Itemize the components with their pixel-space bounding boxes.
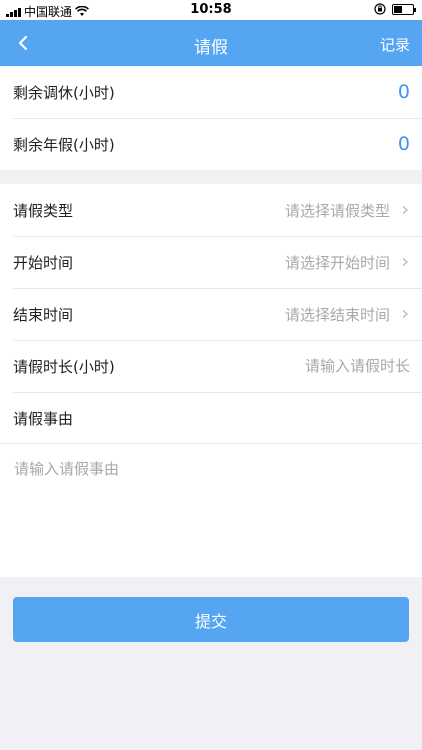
chevron-right-icon (402, 206, 408, 214)
remaining-comp-time-row: 剩余调休(小时) 0 (0, 66, 422, 118)
duration-row: 请假时长(小时) (0, 340, 422, 392)
end-time-row[interactable]: 结束时间 请选择结束时间 (0, 288, 422, 340)
reason-label: 请假事由 (13, 409, 74, 428)
leave-type-row[interactable]: 请假类型 请选择请假类型 (0, 184, 422, 236)
start-time-placeholder: 请选择开始时间 (284, 253, 390, 272)
leave-type-label: 请假类型 (13, 201, 74, 220)
status-bar: 中国联通 10:58 (0, 0, 422, 20)
balance-group: 剩余调休(小时) 0 剩余年假(小时) 0 (0, 66, 422, 170)
orientation-lock-icon (374, 3, 386, 15)
battery-icon (392, 3, 416, 15)
end-time-label: 结束时间 (13, 305, 74, 324)
duration-label: 请假时长(小时) (13, 357, 115, 376)
remaining-annual-leave-label: 剩余年假(小时) (13, 135, 115, 154)
start-time-label: 开始时间 (13, 253, 74, 272)
remaining-annual-leave-value: 0 (397, 133, 410, 155)
reason-textarea[interactable] (0, 444, 422, 577)
start-time-row[interactable]: 开始时间 请选择开始时间 (0, 236, 422, 288)
chevron-right-icon (402, 310, 408, 318)
remaining-annual-leave-row: 剩余年假(小时) 0 (0, 118, 422, 170)
reason-area (0, 443, 422, 577)
submit-button[interactable]: 提交 (13, 597, 409, 642)
remaining-comp-time-value: 0 (397, 81, 410, 103)
record-button[interactable]: 记录 (380, 34, 410, 55)
chevron-right-icon (402, 258, 408, 266)
status-right (374, 3, 416, 15)
reason-row: 请假事由 (0, 392, 422, 444)
leave-form: 请假类型 请选择请假类型 开始时间 请选择开始时间 结束时间 请选择结束时间 请… (0, 184, 422, 444)
page-title: 请假 (194, 38, 228, 58)
end-time-placeholder: 请选择结束时间 (284, 305, 390, 324)
remaining-comp-time-label: 剩余调休(小时) (13, 83, 115, 102)
status-time: 10:58 (190, 2, 232, 17)
duration-input[interactable] (230, 357, 410, 375)
nav-bar: 请假 记录 (0, 20, 422, 66)
leave-type-placeholder: 请选择请假类型 (284, 201, 390, 220)
